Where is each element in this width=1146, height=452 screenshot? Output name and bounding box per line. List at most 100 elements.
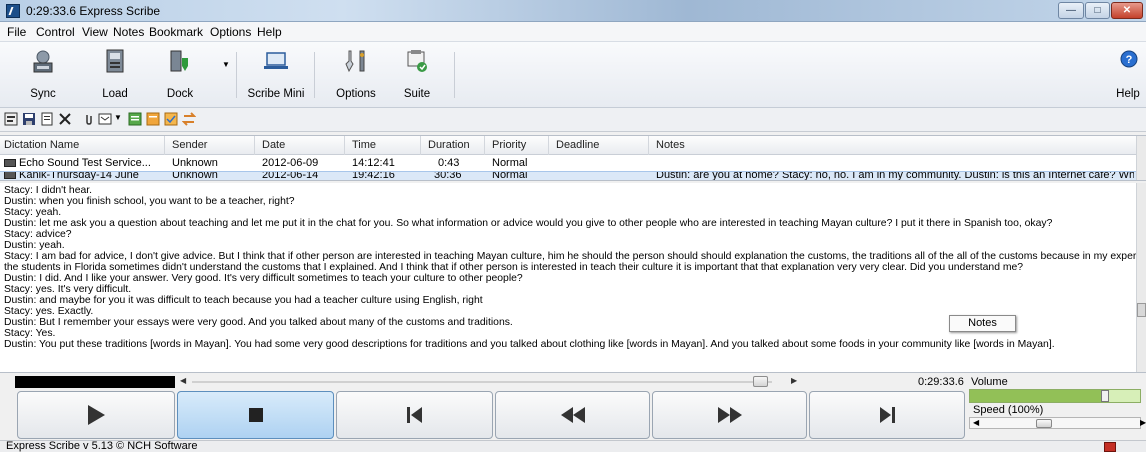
options-button[interactable]: Options bbox=[324, 48, 388, 104]
play-icon bbox=[88, 405, 105, 425]
volume-slider-handle[interactable] bbox=[1101, 390, 1109, 402]
load-button[interactable]: Load bbox=[88, 48, 142, 104]
dispatch-icon[interactable] bbox=[98, 112, 112, 126]
row-name: Kanik-Thursday-14 June bbox=[4, 172, 162, 180]
column-divider bbox=[548, 136, 549, 155]
list-scrollbar[interactable] bbox=[1136, 136, 1146, 180]
position-slider-handle[interactable] bbox=[753, 376, 768, 387]
column-header-duration[interactable]: Duration bbox=[428, 139, 470, 151]
table-row-selected[interactable]: Kanik-Thursday-14 June Unknown 2012-06-1… bbox=[0, 171, 1136, 180]
new-dictation-icon[interactable] bbox=[40, 112, 54, 126]
transcript-line: Dustin: let me ask you a question about … bbox=[4, 218, 1053, 229]
column-header-priority[interactable]: Priority bbox=[492, 139, 526, 151]
transcript-line: Dustin: yeah. bbox=[4, 240, 65, 251]
transcript-line: the students in Florida sometimes didn't… bbox=[4, 262, 1024, 273]
attachment-icon[interactable] bbox=[82, 112, 96, 126]
row-time: 14:12:41 bbox=[352, 157, 395, 169]
skip-forward-icon bbox=[880, 407, 895, 423]
column-header-name[interactable]: Dictation Name bbox=[4, 139, 79, 151]
speed-left-arrow[interactable]: ◀ bbox=[973, 418, 979, 427]
record-indicator-icon bbox=[1104, 442, 1116, 452]
speed-slider-handle[interactable] bbox=[1036, 419, 1052, 428]
speed-slider[interactable]: ◀ bbox=[969, 417, 1141, 429]
transcript-line: Stacy: I didn't hear. bbox=[4, 185, 93, 196]
toolbar-separator bbox=[454, 52, 455, 98]
column-divider bbox=[484, 136, 485, 155]
row-name: Echo Sound Test Service... bbox=[4, 157, 162, 169]
suite-button[interactable]: Suite bbox=[394, 48, 440, 104]
suite-icon bbox=[407, 50, 427, 72]
app-icon bbox=[6, 4, 20, 18]
transcript-line: Stacy: yes. Exactly. bbox=[4, 306, 94, 317]
speed-label: Speed (100%) bbox=[973, 404, 1044, 416]
fast-forward-button[interactable] bbox=[652, 391, 807, 439]
dock-label: Dock bbox=[166, 88, 194, 100]
help-icon: ? bbox=[1120, 50, 1138, 68]
menu-options[interactable]: Options bbox=[210, 25, 251, 39]
transcript-scrollbar[interactable] bbox=[1136, 183, 1146, 372]
column-header-deadline[interactable]: Deadline bbox=[556, 139, 599, 151]
transcript-line: Stacy: advice? bbox=[4, 229, 72, 240]
column-header-time[interactable]: Time bbox=[352, 139, 376, 151]
maximize-button[interactable]: □ bbox=[1085, 2, 1110, 19]
volume-label: Volume bbox=[971, 376, 1008, 388]
rewind-button[interactable] bbox=[495, 391, 650, 439]
fast-forward-icon bbox=[717, 407, 742, 423]
help-label: Help bbox=[1116, 88, 1140, 100]
transcript-line: Stacy: yeah. bbox=[4, 207, 62, 218]
main-toolbar: Sync Load ▼ Dock Scribe Mini Options Sui… bbox=[0, 42, 1146, 108]
save-icon[interactable] bbox=[22, 112, 36, 126]
svg-text:?: ? bbox=[1126, 54, 1133, 66]
toolbar-separator bbox=[314, 52, 315, 98]
close-button[interactable]: ✕ bbox=[1111, 2, 1143, 19]
position-right-arrow[interactable]: ▶ bbox=[791, 376, 797, 385]
row-date: 2012-06-09 bbox=[262, 157, 319, 169]
toolbar-separator bbox=[236, 52, 237, 98]
stop-button[interactable] bbox=[177, 391, 334, 439]
help-button[interactable]: ? Help bbox=[1112, 48, 1144, 104]
suite-label: Suite bbox=[403, 88, 431, 100]
column-header-sender[interactable]: Sender bbox=[172, 139, 207, 151]
menu-view[interactable]: View bbox=[82, 25, 108, 39]
row-sender: Unknown bbox=[172, 157, 218, 169]
row-duration: 0:43 bbox=[438, 157, 460, 169]
orange-doc-icon[interactable] bbox=[146, 112, 160, 126]
table-row[interactable]: Echo Sound Test Service... Unknown 2012-… bbox=[0, 157, 1136, 170]
row-name-text: Echo Sound Test Service... bbox=[19, 157, 151, 169]
menu-bar: File Control View Notes Bookmark Options… bbox=[0, 22, 1146, 42]
minimize-button[interactable]: — bbox=[1058, 2, 1084, 19]
dock-dropdown-icon[interactable]: ▼ bbox=[222, 60, 230, 69]
delete-icon[interactable] bbox=[58, 112, 72, 126]
list-header: Dictation Name Sender Date Time Duration… bbox=[0, 136, 1136, 155]
row-priority: Normal bbox=[492, 171, 528, 180]
column-header-date[interactable]: Date bbox=[262, 139, 285, 151]
menu-file[interactable]: File bbox=[7, 25, 26, 39]
transcript-editor[interactable]: Stacy: I didn't hear. Dustin: when you f… bbox=[0, 183, 1146, 373]
status-text: Express Scribe v 5.13 © NCH Software bbox=[6, 440, 198, 452]
menu-notes[interactable]: Notes bbox=[113, 25, 144, 39]
menu-help[interactable]: Help bbox=[257, 25, 282, 39]
column-divider bbox=[648, 136, 649, 155]
menu-control[interactable]: Control bbox=[36, 25, 75, 39]
green-note-icon[interactable] bbox=[128, 112, 142, 126]
position-track[interactable] bbox=[192, 381, 772, 383]
speed-right-arrow[interactable]: ▶ bbox=[1140, 418, 1146, 427]
jump-to-end-button[interactable] bbox=[809, 391, 965, 439]
menu-bookmark[interactable]: Bookmark bbox=[149, 25, 203, 39]
dispatch-dropdown-icon[interactable]: ▼ bbox=[114, 113, 122, 122]
transfer-icon[interactable] bbox=[182, 112, 196, 126]
row-priority: Normal bbox=[492, 157, 528, 169]
volume-slider[interactable] bbox=[969, 389, 1141, 403]
sync-button[interactable]: Sync bbox=[16, 48, 70, 104]
column-header-notes[interactable]: Notes bbox=[656, 139, 685, 151]
row-duration: 30:36 bbox=[434, 171, 462, 180]
check-doc-icon[interactable] bbox=[164, 112, 178, 126]
scribe-mini-button[interactable]: Scribe Mini bbox=[244, 48, 308, 104]
transcript-line: Dustin: when you finish school, you want… bbox=[4, 196, 295, 207]
scrollbar-thumb[interactable] bbox=[1137, 303, 1146, 317]
dock-button[interactable]: ▼ Dock bbox=[160, 48, 240, 104]
properties-icon[interactable] bbox=[4, 112, 18, 126]
position-left-arrow[interactable]: ◀ bbox=[180, 376, 186, 385]
play-button[interactable] bbox=[17, 391, 175, 439]
jump-to-start-button[interactable] bbox=[336, 391, 493, 439]
